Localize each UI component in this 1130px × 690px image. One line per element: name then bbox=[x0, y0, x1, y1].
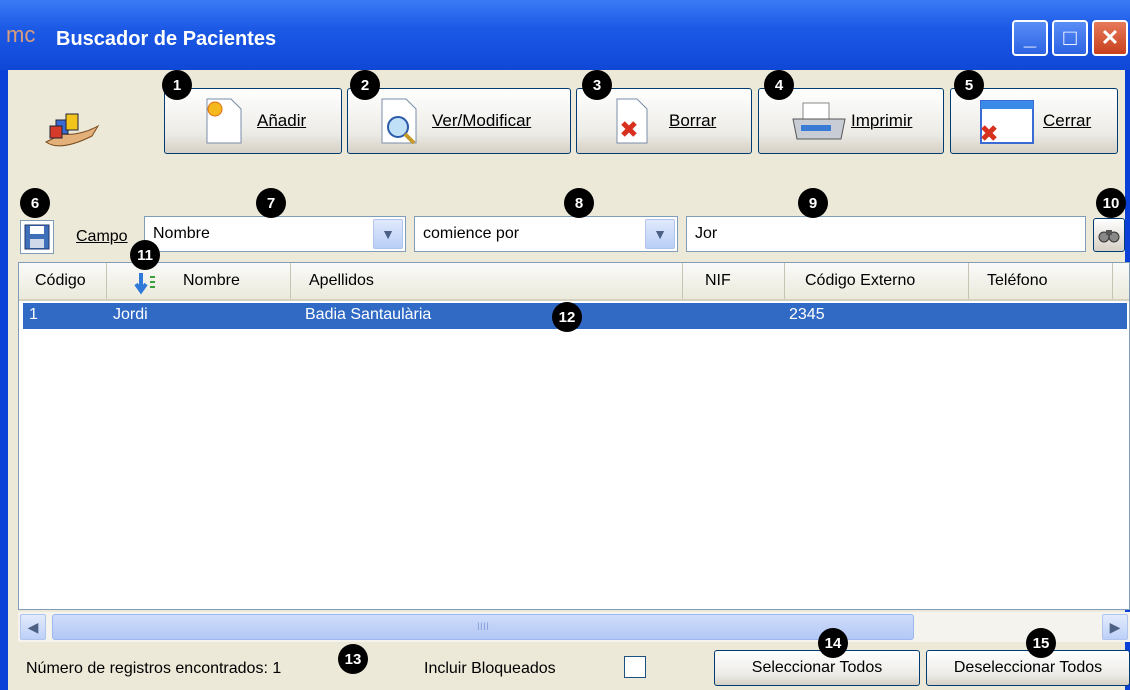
minimize-icon: _ bbox=[1023, 25, 1037, 50]
cell-apellidos: Badia Santaulària bbox=[305, 306, 432, 323]
search-button[interactable] bbox=[1093, 218, 1125, 252]
binoculars-icon bbox=[1098, 230, 1120, 243]
annotation-badge: 8 bbox=[564, 188, 594, 218]
annotation-badge: 5 bbox=[954, 70, 984, 100]
column-header-codigo-externo[interactable]: Código Externo bbox=[785, 263, 969, 299]
field-label: Campo bbox=[76, 228, 128, 245]
title-bar: mc Buscador de Pacientes _ □ ✕ bbox=[0, 0, 1130, 70]
minimize-button[interactable]: _ bbox=[1012, 20, 1048, 56]
annotation-badge: 12 bbox=[552, 302, 582, 332]
annotation-badge: 15 bbox=[1026, 628, 1056, 658]
annotation-badge: 3 bbox=[582, 70, 612, 100]
select-all-button[interactable]: Seleccionar Todos bbox=[714, 650, 920, 686]
patients-app-icon bbox=[45, 113, 100, 147]
floppy-disk-icon bbox=[24, 224, 50, 250]
delete-label: Borrar bbox=[669, 111, 717, 130]
window-title: Buscador de Pacientes bbox=[56, 28, 277, 50]
column-header-nif[interactable]: NIF bbox=[683, 263, 785, 299]
include-blocked-label: Incluir Bloqueados bbox=[424, 660, 556, 677]
close-window-icon bbox=[980, 100, 1034, 144]
annotation-badge: 10 bbox=[1096, 188, 1126, 218]
include-blocked-checkbox[interactable] bbox=[624, 656, 646, 678]
maximize-button[interactable]: □ bbox=[1052, 20, 1088, 56]
view-document-icon bbox=[381, 98, 417, 145]
column-header-apellidos[interactable]: Apellidos bbox=[291, 263, 683, 299]
annotation-badge: 4 bbox=[764, 70, 794, 100]
annotation-badge: 14 bbox=[818, 628, 848, 658]
cell-nombre: Jordi bbox=[113, 306, 148, 323]
annotation-badge: 11 bbox=[130, 240, 160, 270]
scrollbar-thumb[interactable]: IIII bbox=[52, 614, 914, 640]
annotation-badge: 9 bbox=[798, 188, 828, 218]
cell-codigo-externo: 2345 bbox=[789, 306, 825, 323]
condition-select[interactable]: comience por ▼ bbox=[414, 216, 678, 252]
horizontal-scrollbar[interactable]: ◀ IIII ▶ bbox=[18, 612, 1130, 642]
chevron-down-icon[interactable]: ▼ bbox=[373, 219, 403, 249]
close-label: Cerrar bbox=[1043, 111, 1092, 130]
deselect-all-button[interactable]: Deseleccionar Todos bbox=[926, 650, 1130, 686]
chevron-down-icon[interactable]: ▼ bbox=[645, 219, 675, 249]
cell-codigo: 1 bbox=[29, 306, 38, 323]
maximize-icon: □ bbox=[1063, 25, 1077, 50]
view-modify-button[interactable]: Ver/Modificar bbox=[347, 88, 571, 154]
column-header-telefono[interactable]: Teléfono bbox=[969, 263, 1113, 299]
add-label: Añadir bbox=[257, 111, 307, 130]
view-modify-label: Ver/Modificar bbox=[432, 111, 532, 130]
records-count-text: Número de registros encontrados: 1 bbox=[26, 660, 282, 677]
save-filter-button[interactable] bbox=[20, 220, 54, 254]
new-document-icon bbox=[206, 98, 242, 144]
field-select-value: Nombre bbox=[153, 225, 210, 242]
annotation-badge: 2 bbox=[350, 70, 380, 100]
print-label: Imprimir bbox=[851, 111, 913, 130]
delete-document-icon bbox=[616, 98, 648, 144]
add-button[interactable]: Añadir bbox=[164, 88, 342, 154]
annotation-badge: 1 bbox=[162, 70, 192, 100]
app-logo: mc bbox=[6, 22, 36, 47]
search-input[interactable]: Jor bbox=[686, 216, 1086, 252]
close-window-button[interactable]: ✕ bbox=[1092, 20, 1128, 56]
scroll-right-icon[interactable]: ▶ bbox=[1102, 614, 1128, 640]
annotation-badge: 13 bbox=[338, 644, 368, 674]
table-header: Código Nombre Apellidos NIF Código Exter… bbox=[19, 263, 1129, 301]
close-icon: ✕ bbox=[1100, 25, 1120, 50]
patient-search-window: mc Buscador de Pacientes _ □ ✕ Añadir Ve… bbox=[0, 0, 1130, 690]
annotation-badge: 6 bbox=[20, 188, 50, 218]
column-header-codigo[interactable]: Código bbox=[19, 263, 107, 299]
sort-descending-icon bbox=[134, 273, 155, 295]
printer-icon bbox=[792, 102, 846, 140]
condition-select-value: comience por bbox=[423, 225, 520, 242]
annotation-badge: 7 bbox=[256, 188, 286, 218]
column-header-nombre-label: Nombre bbox=[183, 272, 240, 289]
scroll-left-icon[interactable]: ◀ bbox=[20, 614, 46, 640]
column-header-nombre[interactable]: Nombre bbox=[107, 263, 291, 299]
field-select[interactable]: Nombre ▼ bbox=[144, 216, 406, 252]
search-input-value: Jor bbox=[695, 225, 718, 242]
